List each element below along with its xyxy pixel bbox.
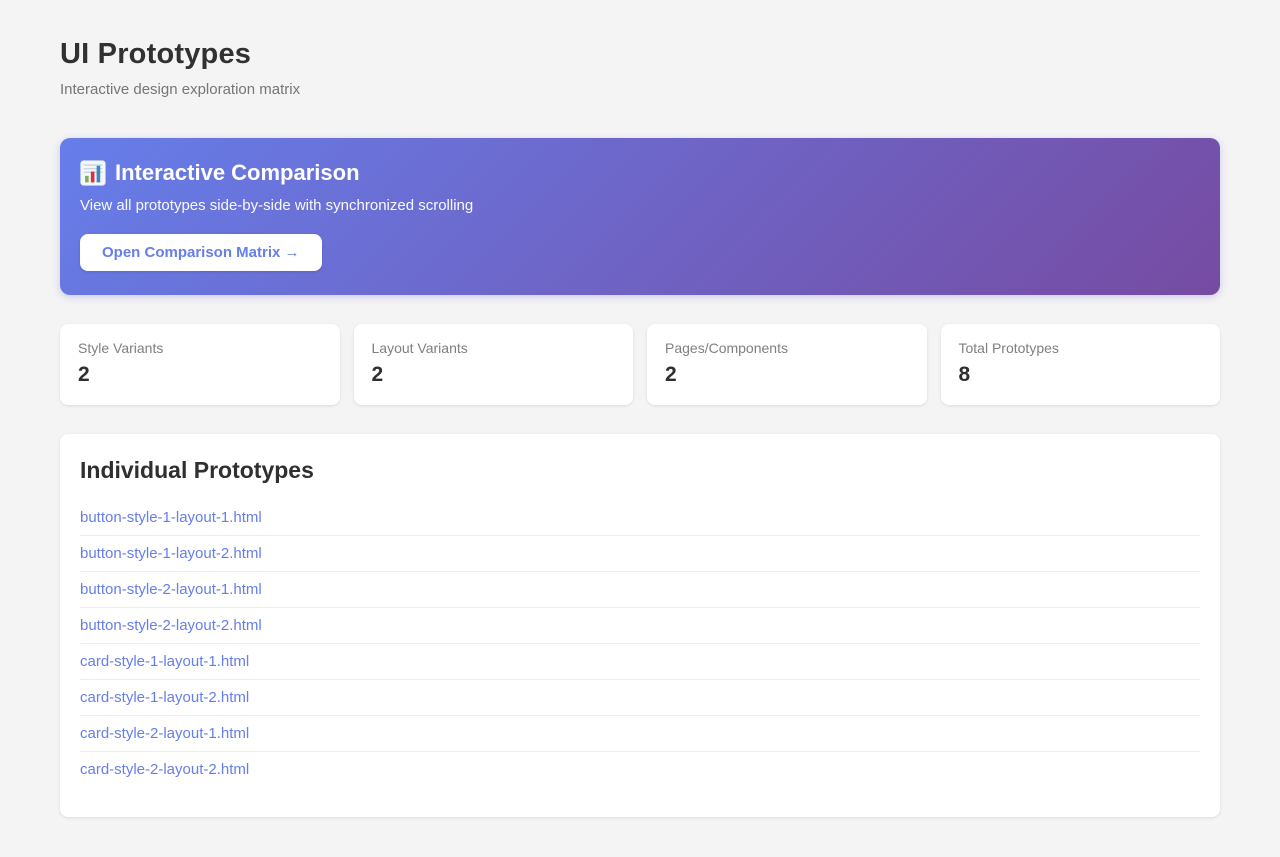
prototype-link[interactable]: card-style-2-layout-1.html: [80, 716, 1200, 751]
stat-label: Total Prototypes: [959, 340, 1203, 356]
stat-label: Pages/Components: [665, 340, 909, 356]
prototype-link-list: button-style-1-layout-1.html button-styl…: [80, 500, 1200, 787]
list-item: button-style-2-layout-2.html: [80, 608, 1200, 644]
prototype-link[interactable]: button-style-1-layout-1.html: [80, 500, 1200, 535]
prototype-link[interactable]: card-style-1-layout-2.html: [80, 680, 1200, 715]
list-item: button-style-1-layout-2.html: [80, 536, 1200, 572]
page-subtitle: Interactive design exploration matrix: [60, 81, 1220, 98]
individual-prototypes-card: Individual Prototypes button-style-1-lay…: [60, 434, 1220, 817]
list-item: button-style-1-layout-1.html: [80, 500, 1200, 536]
stat-label: Layout Variants: [372, 340, 616, 356]
list-item: card-style-1-layout-2.html: [80, 680, 1200, 716]
page-title: UI Prototypes: [60, 38, 1220, 71]
individual-prototypes-heading: Individual Prototypes: [80, 457, 1200, 484]
stat-card-total-prototypes: Total Prototypes 8: [941, 324, 1221, 405]
prototype-link[interactable]: card-style-1-layout-1.html: [80, 644, 1200, 679]
stat-value: 8: [959, 363, 1203, 387]
list-item: card-style-1-layout-1.html: [80, 644, 1200, 680]
prototype-link[interactable]: button-style-1-layout-2.html: [80, 536, 1200, 571]
page-container: UI Prototypes Interactive design explora…: [60, 0, 1220, 857]
stat-card-layout-variants: Layout Variants 2: [354, 324, 634, 405]
prototype-link[interactable]: card-style-2-layout-2.html: [80, 752, 1200, 787]
banner-description: View all prototypes side-by-side with sy…: [80, 197, 1200, 214]
stats-grid: Style Variants 2 Layout Variants 2 Pages…: [60, 324, 1220, 405]
list-item: card-style-2-layout-2.html: [80, 752, 1200, 787]
list-item: card-style-2-layout-1.html: [80, 716, 1200, 752]
stat-value: 2: [78, 363, 322, 387]
prototype-link[interactable]: button-style-2-layout-2.html: [80, 608, 1200, 643]
stat-value: 2: [665, 363, 909, 387]
stat-value: 2: [372, 363, 616, 387]
open-comparison-matrix-button[interactable]: Open Comparison Matrix →: [80, 234, 322, 271]
stat-card-style-variants: Style Variants 2: [60, 324, 340, 405]
stat-label: Style Variants: [78, 340, 322, 356]
comparison-banner: Interactive Comparison View all prototyp…: [60, 138, 1220, 295]
prototype-link[interactable]: button-style-2-layout-1.html: [80, 572, 1200, 607]
banner-title-text: Interactive Comparison: [115, 160, 360, 186]
bar-chart-icon: [80, 160, 106, 186]
list-item: button-style-2-layout-1.html: [80, 572, 1200, 608]
banner-title: Interactive Comparison: [80, 160, 1200, 186]
stat-card-pages-components: Pages/Components 2: [647, 324, 927, 405]
